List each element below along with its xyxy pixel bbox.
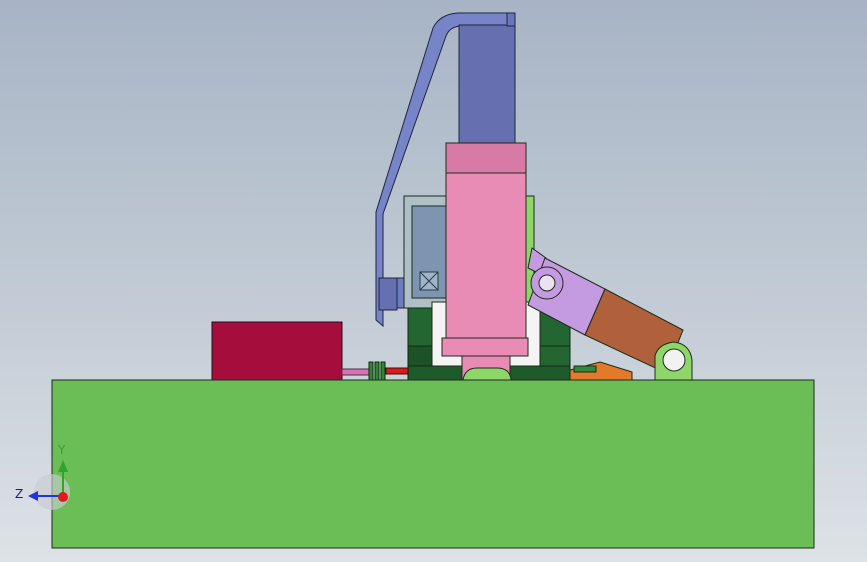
pink-column[interactable] [441, 142, 529, 381]
y-axis-label: Y [57, 443, 66, 457]
z-axis-label: Z [15, 487, 23, 501]
green-foot[interactable] [462, 367, 512, 381]
cad-viewport[interactable]: Z Y [0, 0, 867, 562]
connector-shaft[interactable] [341, 361, 409, 381]
cylinder-cap[interactable] [506, 12, 516, 27]
base-plate[interactable] [51, 379, 815, 549]
vertical-cylinder[interactable] [458, 24, 516, 146]
red-block[interactable] [211, 321, 343, 381]
